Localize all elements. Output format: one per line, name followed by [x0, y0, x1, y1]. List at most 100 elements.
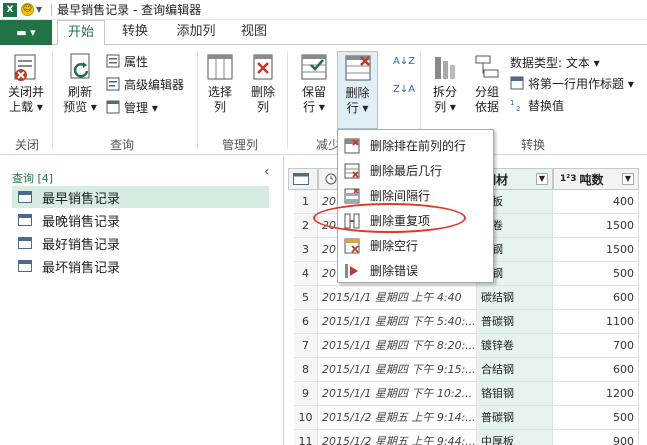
row-number: 1 [294, 190, 318, 214]
group-label-close: 关闭 [15, 138, 40, 152]
properties-button[interactable]: 属性 [106, 51, 148, 71]
replace-values-button[interactable]: 12 替换值 [510, 95, 564, 115]
table-row[interactable]: 7 2015/1/1 星期四 下午 8:20:... 镀锌卷 700 [294, 334, 647, 358]
datetime-type-icon [325, 173, 337, 185]
remove-alternate-rows-icon [344, 187, 360, 203]
menu-item-remove-top-rows[interactable]: 删除排在前列的行 [338, 133, 493, 158]
choose-columns-label-2: 列 [213, 100, 226, 114]
refresh-label-1: 刷新 [67, 85, 92, 99]
datetime-cell: 2015/1/1 星期四 下午 5:40:... [318, 310, 477, 334]
close-load-label-1: 关闭并 [7, 85, 44, 99]
query-item-label: 最坏销售记录 [42, 260, 121, 276]
query-item-label: 最好销售记录 [42, 237, 121, 253]
group-label-query: 查询 [110, 138, 135, 152]
table-row[interactable]: 11 2015/1/2 星期五 上午 9:44:... 中厚板 900 [294, 430, 647, 445]
group-by-label-1: 分组 [474, 85, 499, 99]
file-button[interactable]: ▬ ▾ [0, 20, 52, 45]
advanced-editor-label: 高级编辑器 [124, 77, 185, 92]
table-row[interactable]: 6 2015/1/1 星期四 下午 5:40:... 普碳钢 1100 [294, 310, 647, 334]
group-by-icon [471, 51, 503, 83]
remove-rows-label-2: 行 ▾ [346, 101, 369, 115]
data-type-dropdown[interactable]: 数据类型: 文本 ▾ [510, 52, 600, 72]
queries-header: 查询 [4] [12, 172, 54, 185]
query-item[interactable]: 最晚销售记录 [12, 209, 269, 231]
table-row[interactable]: 5 2015/1/1 星期四 上午 4:40 碳结钢 600 [294, 286, 647, 310]
query-item[interactable]: 最好销售记录 [12, 232, 269, 254]
menu-item-remove-errors[interactable]: 删除错误 [338, 258, 493, 283]
row-number: 4 [294, 262, 318, 286]
collapse-panel-icon[interactable]: ‹ [264, 164, 270, 180]
tons-cell: 700 [553, 334, 639, 358]
table-icon [18, 237, 32, 249]
table-menu-icon [293, 173, 309, 185]
query-item[interactable]: 最早销售记录 [12, 186, 269, 208]
sort-descending-button[interactable]: Z↓A [393, 79, 415, 99]
queries-panel: 查询 [4] ‹ 最早销售记录 最晚销售记录 最好销售记录 最坏销售记录 [0, 156, 284, 445]
steel-cell: 中厚板 [477, 430, 553, 445]
tons-cell: 1500 [553, 238, 639, 262]
steel-cell: 合结钢 [477, 358, 553, 382]
refresh-preview-button[interactable]: 刷新 预览 ▾ [58, 51, 102, 115]
tab-home[interactable]: 开始 [57, 20, 105, 46]
datetime-cell: 2015/1/1 星期四 上午 4:40 [318, 286, 477, 310]
menu-item-remove-blank-rows[interactable]: 删除空行 [338, 233, 493, 258]
smiley-icon[interactable]: ☺ [21, 3, 34, 16]
svg-text:2: 2 [516, 105, 520, 112]
table-row[interactable]: 9 2015/1/1 星期四 下午 10:2... 铬钼钢 1200 [294, 382, 647, 406]
group-by-button[interactable]: 分组 依据 [467, 51, 507, 115]
table-menu-button[interactable] [288, 168, 318, 190]
tab-transform[interactable]: 转换 [113, 20, 157, 45]
column-header-tons[interactable]: 1²3 吨数 ▼ [553, 168, 639, 190]
annotation-highlight-oval [313, 203, 466, 233]
table-icon [18, 260, 32, 272]
use-first-row-as-headers-button[interactable]: 将第一行用作标题 ▾ [510, 73, 634, 93]
query-item-label: 最晚销售记录 [42, 214, 121, 230]
keep-rows-label-1: 保留 [301, 85, 326, 99]
filter-dropdown-icon[interactable]: ▼ [536, 173, 548, 185]
tons-cell: 500 [553, 406, 639, 430]
split-column-label-2: 列 ▾ [434, 100, 456, 114]
remove-blank-rows-icon [344, 238, 360, 253]
properties-icon [106, 54, 120, 68]
split-column-icon [429, 51, 461, 83]
query-item[interactable]: 最坏销售记录 [12, 255, 269, 277]
advanced-editor-button[interactable]: 高级编辑器 [106, 74, 184, 94]
split-column-button[interactable]: 拆分 列 ▾ [425, 51, 465, 115]
close-and-load-button[interactable]: 关闭并 上载 ▾ [4, 51, 48, 115]
menu-item-remove-bottom-rows[interactable]: 删除最后几行 [338, 158, 493, 183]
close-load-label-2: 上载 ▾ [9, 100, 43, 114]
filter-dropdown-icon[interactable]: ▼ [622, 173, 634, 185]
manage-button[interactable]: 管理 ▾ [106, 97, 158, 117]
table-row[interactable]: 8 2015/1/1 星期四 下午 9:15:... 合结钢 600 [294, 358, 647, 382]
advanced-editor-icon [106, 77, 120, 91]
row-number: 7 [294, 334, 318, 358]
sort-ascending-button[interactable]: A↓Z [393, 51, 415, 71]
quick-access-dropdown-icon[interactable]: ▼ [36, 5, 42, 14]
remove-columns-label-2: 列 [256, 100, 269, 114]
steel-cell: 碳结钢 [477, 286, 553, 310]
tab-view[interactable]: 视图 [232, 20, 276, 45]
ribbon: 关闭并 上载 ▾ 关闭 刷新 预览 ▾ 属性 高级编辑器 管理 ▾ 查询 选择 … [0, 45, 647, 155]
close-load-icon [10, 51, 42, 83]
table-icon [18, 191, 32, 203]
remove-top-rows-icon [344, 138, 360, 153]
ribbon-tab-row: ▬ ▾ 开始 转换 添加列 视图 [0, 20, 647, 46]
steel-cell: 普碳钢 [477, 310, 553, 334]
table-row[interactable]: 10 2015/1/2 星期五 上午 9:14:... 普碳钢 500 [294, 406, 647, 430]
tons-cell: 600 [553, 358, 639, 382]
tons-cell: 400 [553, 190, 639, 214]
tons-cell: 1500 [553, 214, 639, 238]
tab-add-column[interactable]: 添加列 [168, 20, 224, 45]
datetime-cell: 2015/1/1 星期四 下午 9:15:... [318, 358, 477, 382]
remove-columns-button[interactable]: 删除 列 [243, 51, 283, 115]
choose-columns-button[interactable]: 选择 列 [200, 51, 240, 115]
choose-columns-label-1: 选择 [207, 85, 232, 99]
replace-values-icon: 12 [510, 99, 520, 112]
refresh-icon [64, 51, 96, 83]
remove-rows-button[interactable]: 删除 行 ▾ [337, 51, 378, 129]
keep-rows-button[interactable]: 保留 行 ▾ [294, 51, 334, 115]
excel-app-icon[interactable]: X [3, 2, 17, 17]
datetime-cell: 2015/1/2 星期五 上午 9:14:... [318, 406, 477, 430]
row-number: 6 [294, 310, 318, 334]
group-label-manage-columns: 管理列 [222, 138, 259, 152]
